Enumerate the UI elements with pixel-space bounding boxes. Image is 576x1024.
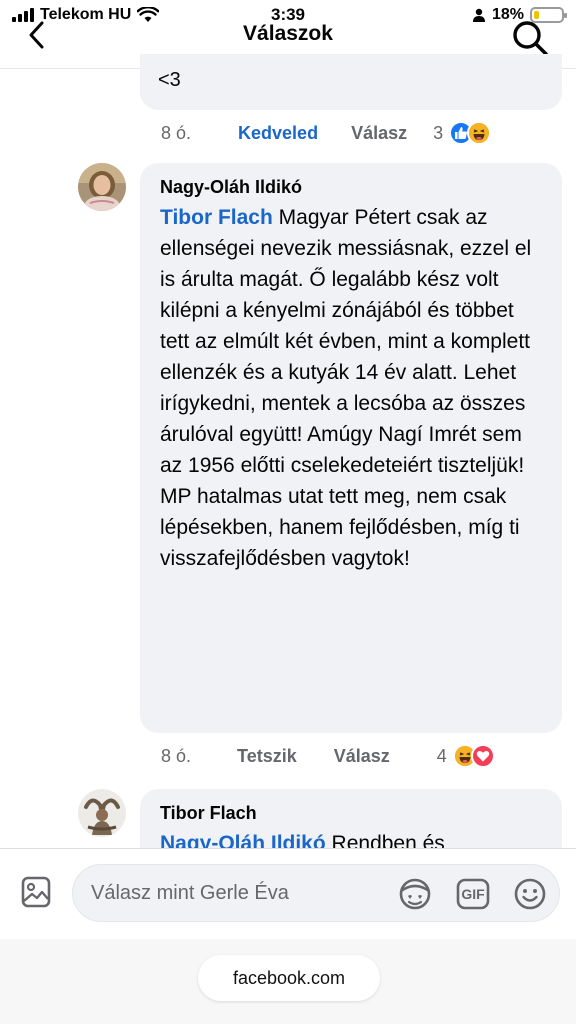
browser-url-area: facebook.com bbox=[0, 939, 576, 1024]
emoji-icon[interactable] bbox=[513, 877, 547, 911]
comment-time[interactable]: 8 ó. bbox=[161, 746, 191, 767]
reaction-icons[interactable] bbox=[452, 744, 495, 768]
avatar-image bbox=[78, 163, 126, 211]
like-button[interactable]: Kedveled bbox=[238, 123, 318, 144]
comment-text: Nagy-Oláh Ildikó Rendben és bbox=[160, 828, 542, 848]
comment-author[interactable]: Tibor Flach bbox=[160, 803, 542, 824]
reaction-icons[interactable] bbox=[449, 121, 492, 145]
comment-bubble[interactable]: Nagy-Oláh Ildikó Tibor Flach Magyar Péte… bbox=[140, 163, 562, 733]
reply-placeholder: Válasz mint Gerle Éva bbox=[91, 882, 289, 904]
comment-text: Tibor Flach Magyar Pétert csak az ellens… bbox=[160, 202, 542, 574]
page-title: Válaszok bbox=[243, 22, 333, 45]
avatar-image bbox=[78, 789, 126, 837]
search-icon[interactable] bbox=[510, 18, 550, 58]
previous-comment-actions: 8 ó. Kedveled Válasz 3 bbox=[161, 121, 492, 145]
avatar[interactable] bbox=[78, 163, 126, 211]
avatar-sticker-icon[interactable] bbox=[397, 877, 433, 911]
comment-bubble[interactable]: Tibor Flach Nagy-Oláh Ildikó Rendben és bbox=[140, 789, 562, 848]
url-bar[interactable]: facebook.com bbox=[198, 955, 380, 1001]
comment-author[interactable]: Nagy-Oláh Ildikó bbox=[160, 177, 542, 198]
mention-link[interactable]: Nagy-Oláh Ildikó bbox=[160, 832, 326, 848]
mention-link[interactable]: Tibor Flach bbox=[160, 206, 273, 229]
reply-composer: Válasz mint Gerle Éva GIF bbox=[0, 849, 576, 939]
chevron-left-icon[interactable] bbox=[22, 18, 56, 52]
previous-comment-text: <3 bbox=[158, 69, 181, 91]
comment-time[interactable]: 8 ó. bbox=[161, 123, 191, 144]
avatar[interactable] bbox=[78, 789, 126, 837]
reaction-count[interactable]: 3 bbox=[433, 123, 443, 144]
like-button[interactable]: Tetszik bbox=[237, 746, 297, 767]
reply-button[interactable]: Válasz bbox=[351, 123, 407, 144]
next-comment-clip: Tibor Flach Nagy-Oláh Ildikó Rendben és bbox=[0, 786, 576, 848]
comment-body: Rendben és bbox=[331, 832, 445, 848]
photo-icon[interactable] bbox=[20, 875, 52, 909]
gif-button[interactable]: GIF bbox=[455, 877, 491, 911]
reply-input[interactable]: Válasz mint Gerle Éva GIF bbox=[72, 864, 560, 922]
comment-body: Magyar Pétert csak az ellenségei nevezik… bbox=[160, 206, 532, 570]
comment-actions: 8 ó. Tetszik Válasz 4 bbox=[161, 743, 495, 769]
previous-comment-bubble[interactable]: <3 bbox=[140, 54, 562, 110]
gif-label: GIF bbox=[461, 886, 485, 902]
reply-button[interactable]: Válasz bbox=[334, 746, 390, 767]
love-icon bbox=[470, 744, 495, 768]
haha-icon bbox=[467, 121, 492, 145]
reaction-count[interactable]: 4 bbox=[437, 746, 447, 767]
